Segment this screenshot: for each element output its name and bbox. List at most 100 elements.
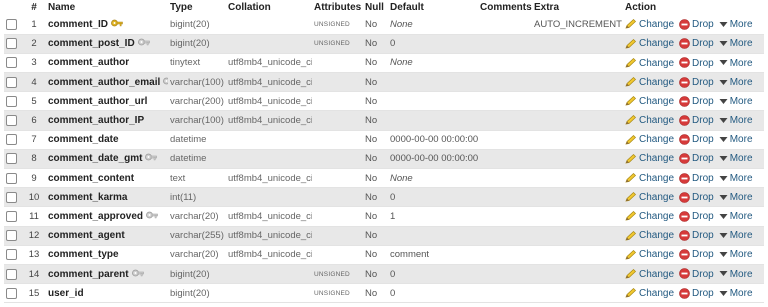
table-row[interactable]: 8 comment_date_gmt datetime No 0000-00-00 00… [4,149,764,169]
table-row[interactable]: 12 comment_agent varchar(255) utf8mb4_unico… [4,226,764,246]
table-row[interactable]: 14 comment_parent bigint(20) UNSIGNED No 0 Cha… [4,264,764,284]
drop-link[interactable]: Drop [679,268,714,280]
column-name-cell: comment_karma [46,188,168,207]
caret-down-icon [719,134,730,145]
table-row[interactable]: 1 comment_ID bigint(20) UNSIGNED No None AUTO_… [4,15,764,35]
drop-link[interactable]: Drop [679,249,714,260]
drop-link[interactable]: Drop [679,192,714,203]
header-extra[interactable]: Extra [532,0,623,15]
drop-link[interactable]: Drop [679,173,714,184]
change-link[interactable]: Change [625,268,674,280]
row-checkbox[interactable] [6,230,17,242]
drop-link[interactable]: Drop [679,230,714,241]
drop-link[interactable]: Drop [679,153,714,164]
table-row[interactable]: 2 comment_post_ID bigint(20) UNSIGNED No 0 Cha… [4,34,764,54]
header-null[interactable]: Null [363,0,388,15]
table-row[interactable]: 7 comment_date datetime No 0000-00-00 00:00:… [4,130,764,150]
row-checkbox[interactable] [6,210,17,222]
row-checkbox[interactable] [6,57,17,69]
column-null: No [365,210,378,222]
drop-link[interactable]: Drop [679,38,714,49]
header-default[interactable]: Default [388,0,478,15]
change-link[interactable]: Change [625,38,674,49]
more-dropdown[interactable]: More [719,153,753,164]
change-link[interactable]: Change [625,288,674,299]
table-row[interactable]: 3 comment_author tinytext utf8mb4_unicode_c… [4,53,764,73]
header-name[interactable]: Name [46,0,168,15]
row-checkbox[interactable] [6,172,17,184]
row-checkbox[interactable] [6,287,17,299]
table-row[interactable]: 11 comment_approved varchar(20) utf8mb4_uni… [4,206,764,227]
more-dropdown[interactable]: More [719,96,753,107]
more-dropdown[interactable]: More [719,268,753,280]
header-comments[interactable]: Comments [478,0,532,15]
change-link[interactable]: Change [625,173,674,184]
table-row[interactable]: 4 comment_author_email varchar(100) utf8mb4… [4,72,764,92]
change-link[interactable]: Change [625,134,674,145]
change-link[interactable]: Change [625,77,674,88]
column-type: varchar(20) [170,249,219,261]
column-default [388,111,478,130]
row-checkbox[interactable] [6,153,17,165]
more-dropdown[interactable]: More [719,249,753,260]
table-row[interactable]: 9 comment_content text utf8mb4_unicode_ci No… [4,168,764,188]
table-row[interactable]: 5 comment_author_url varchar(200) utf8mb4_u… [4,91,764,111]
caret-down-icon [719,153,730,164]
more-dropdown[interactable]: More [719,19,753,30]
row-checkbox[interactable] [6,134,17,146]
column-null: No [365,57,378,69]
header-attributes[interactable]: Attributes [312,0,363,15]
header-num[interactable]: # [22,0,46,15]
drop-icon [679,211,692,222]
more-dropdown[interactable]: More [719,77,753,88]
change-link[interactable]: Change [625,19,674,30]
change-link[interactable]: Change [625,153,674,164]
table-row[interactable]: 6 comment_author_IP varchar(100) utf8mb4_un… [4,110,764,131]
drop-link[interactable]: Drop [679,211,714,222]
change-link[interactable]: Change [625,96,674,107]
more-dropdown[interactable]: More [719,134,753,145]
table-row[interactable]: 15 user_id bigint(20) UNSIGNED No 0 Change Drop… [4,283,764,303]
more-dropdown[interactable]: More [719,288,753,299]
drop-link[interactable]: Drop [679,57,714,69]
drop-link[interactable]: Drop [679,19,714,30]
row-checkbox[interactable] [6,268,17,280]
more-dropdown[interactable]: More [719,230,753,241]
row-checkbox[interactable] [6,249,17,261]
change-link[interactable]: Change [625,211,674,222]
change-link[interactable]: Change [625,230,674,241]
change-link[interactable]: Change [625,115,674,126]
change-link[interactable]: Change [625,249,674,260]
drop-link[interactable]: Drop [679,288,714,299]
table-row[interactable]: 13 comment_type varchar(20) utf8mb4_unicode… [4,245,764,265]
row-checkbox[interactable] [6,191,17,203]
header-type[interactable]: Type [168,0,226,15]
row-checkbox[interactable] [6,18,17,30]
row-checkbox[interactable] [6,76,17,88]
drop-link[interactable]: Drop [679,115,714,126]
column-name: user_id [48,287,84,299]
column-comments [478,130,532,149]
column-name: comment_agent [48,230,125,242]
more-dropdown[interactable]: More [719,192,753,203]
more-dropdown[interactable]: More [719,115,753,126]
change-link[interactable]: Change [625,57,674,69]
more-dropdown[interactable]: More [719,211,753,222]
column-null: No [365,134,378,146]
column-name-cell: comment_approved [46,207,168,226]
row-checkbox[interactable] [6,38,17,50]
more-dropdown[interactable]: More [719,38,753,49]
table-row[interactable]: 10 comment_karma int(11) No 0 Change Drop More [4,187,764,207]
change-link[interactable]: Change [625,192,674,203]
column-type: bigint(20) [170,38,210,50]
more-dropdown[interactable]: More [719,173,753,184]
row-checkbox[interactable] [6,115,17,127]
column-attributes [312,245,363,264]
drop-link[interactable]: Drop [679,96,714,107]
more-dropdown[interactable]: More [719,57,753,69]
header-collation[interactable]: Collation [226,0,312,15]
change-label: Change [639,191,675,203]
drop-link[interactable]: Drop [679,134,714,145]
drop-link[interactable]: Drop [679,77,714,88]
row-checkbox[interactable] [6,95,17,107]
